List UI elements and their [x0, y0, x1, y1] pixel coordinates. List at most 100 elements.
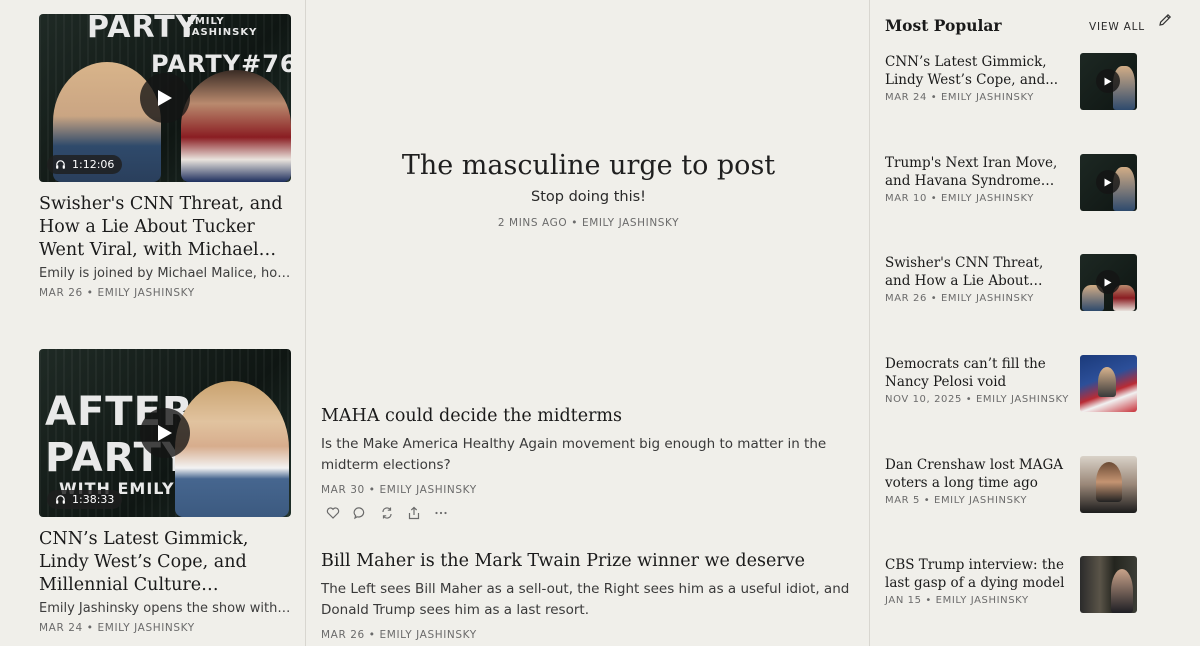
- restack-icon: [382, 507, 392, 519]
- popular-item-thumbnail[interactable]: [1080, 53, 1137, 110]
- popular-item-title[interactable]: CNN’s Latest Gimmick, Lindy West’s Cope,…: [885, 53, 1071, 89]
- popular-item-title[interactable]: Dan Crenshaw lost MAGA voters a long tim…: [885, 456, 1071, 492]
- popular-item-thumbnail[interactable]: [1080, 254, 1137, 311]
- post-title[interactable]: Bill Maher is the Mark Twain Prize winne…: [321, 551, 861, 571]
- play-button[interactable]: [1096, 69, 1120, 93]
- post-date: MAR 24: [885, 92, 927, 103]
- popular-item-title[interactable]: Democrats can’t fill the Nancy Pelosi vo…: [885, 355, 1071, 391]
- post-item[interactable]: MAHA could decide the midterms Is the Ma…: [321, 406, 861, 520]
- popular-item-title[interactable]: Swisher's CNN Threat, and How a Lie Abou…: [885, 254, 1071, 290]
- meta-separator: •: [86, 287, 94, 299]
- post-item[interactable]: Bill Maher is the Mark Twain Prize winne…: [321, 551, 861, 641]
- post-author[interactable]: EMILY JASHINSKY: [941, 92, 1034, 103]
- post-subtitle: The Left sees Bill Maher as a sell-out, …: [321, 581, 850, 618]
- meta-separator: •: [925, 595, 932, 606]
- popular-item-meta: JAN 15 • EMILY JASHINSKY: [885, 595, 1071, 606]
- post-date: MAR 10: [885, 193, 927, 204]
- heart-icon: [326, 507, 340, 519]
- more-button[interactable]: [434, 506, 448, 520]
- post-date: NOV 10, 2025: [885, 394, 962, 405]
- popular-item-meta: MAR 24 • EMILY JASHINSKY: [885, 92, 1071, 103]
- play-icon: [1104, 77, 1112, 85]
- popular-item-meta: MAR 5 • EMILY JASHINSKY: [885, 495, 1071, 506]
- play-button[interactable]: [140, 73, 190, 123]
- post-author[interactable]: EMILY JASHINSKY: [380, 629, 477, 641]
- popular-item-meta: MAR 26 • EMILY JASHINSKY: [885, 293, 1071, 304]
- post-title[interactable]: MAHA could decide the midterms: [321, 406, 861, 426]
- post-author[interactable]: EMILY JASHINSKY: [380, 484, 477, 496]
- play-icon: [1104, 178, 1112, 186]
- post-meta: MAR 26 • EMILY JASHINSKY: [321, 629, 861, 641]
- duration-badge: 1:38:33: [47, 490, 123, 509]
- popular-item[interactable]: Democrats can’t fill the Nancy Pelosi vo…: [885, 355, 1137, 413]
- meta-separator: •: [965, 394, 973, 405]
- featured-post-title[interactable]: The masculine urge to post: [307, 150, 870, 181]
- play-icon: [1104, 278, 1112, 286]
- podcast-card[interactable]: PARTY EMILY JASHINSKY PARTY#76 1:12:06 S…: [39, 14, 291, 299]
- play-icon: [158, 425, 172, 441]
- post-author[interactable]: EMILY JASHINSKY: [934, 495, 1027, 506]
- popular-item[interactable]: Trump's Next Iran Move, and Havana Syndr…: [885, 154, 1137, 212]
- popular-item[interactable]: CNN’s Latest Gimmick, Lindy West’s Cope,…: [885, 53, 1137, 111]
- guest-portrait: [181, 70, 291, 182]
- meta-separator: •: [368, 484, 376, 496]
- center-column: The masculine urge to post Stop doing th…: [307, 0, 870, 646]
- play-button[interactable]: [1096, 170, 1120, 194]
- share-icon: [408, 506, 420, 520]
- sidebar-heading: Most Popular: [885, 16, 1002, 35]
- ellipsis-icon: [435, 511, 447, 515]
- popular-item-title[interactable]: CBS Trump interview: the last gasp of a …: [885, 556, 1071, 592]
- like-button[interactable]: [326, 506, 340, 520]
- share-button[interactable]: [407, 506, 421, 520]
- restack-button[interactable]: [380, 506, 394, 520]
- popular-item-thumbnail[interactable]: [1080, 456, 1137, 513]
- meta-separator: •: [930, 92, 938, 103]
- popular-item-thumbnail[interactable]: [1080, 154, 1137, 211]
- post-subtitle: Is the Make America Healthy Again moveme…: [321, 436, 827, 473]
- podcast-thumbnail[interactable]: AFTER PARTY WITH EMILY 1:38:33: [39, 349, 291, 517]
- card-title[interactable]: CNN’s Latest Gimmick, Lindy West’s Cope,…: [39, 528, 291, 597]
- popular-item-meta: NOV 10, 2025 • EMILY JASHINSKY: [885, 394, 1071, 405]
- card-subtitle: Emily Jashinsky opens the show with a...: [39, 601, 291, 616]
- headphones-icon: [56, 160, 65, 169]
- featured-post-subtitle: Stop doing this!: [531, 189, 646, 205]
- popular-item-meta: MAR 10 • EMILY JASHINSKY: [885, 193, 1071, 204]
- view-all-link[interactable]: VIEW ALL: [1089, 21, 1145, 33]
- comment-button[interactable]: [353, 506, 367, 520]
- post-author[interactable]: EMILY JASHINSKY: [582, 217, 679, 229]
- card-meta: MAR 24 • EMILY JASHINSKY: [39, 622, 291, 634]
- popular-item[interactable]: CBS Trump interview: the last gasp of a …: [885, 556, 1137, 614]
- podcast-card[interactable]: AFTER PARTY WITH EMILY 1:38:33 CNN’s Lat…: [39, 349, 291, 634]
- post-actions: [321, 506, 861, 520]
- post-author[interactable]: EMILY JASHINSKY: [976, 394, 1069, 405]
- play-icon: [158, 90, 172, 106]
- popular-item-thumbnail[interactable]: [1080, 556, 1137, 613]
- post-author[interactable]: EMILY JASHINSKY: [941, 293, 1034, 304]
- post-date: MAR 26: [885, 293, 927, 304]
- popular-item-title[interactable]: Trump's Next Iran Move, and Havana Syndr…: [885, 154, 1071, 190]
- popular-item[interactable]: Swisher's CNN Threat, and How a Lie Abou…: [885, 254, 1137, 312]
- post-author[interactable]: EMILY JASHINSKY: [936, 595, 1029, 606]
- meta-separator: •: [571, 217, 579, 229]
- post-author[interactable]: EMILY JASHINSKY: [941, 193, 1034, 204]
- pencil-icon[interactable]: [1157, 12, 1173, 28]
- popular-item[interactable]: Dan Crenshaw lost MAGA voters a long tim…: [885, 456, 1137, 514]
- featured-post-meta: 2 MINS AGO • EMILY JASHINSKY: [307, 217, 870, 229]
- meta-separator: •: [930, 193, 938, 204]
- meta-separator: •: [930, 293, 938, 304]
- post-author[interactable]: EMILY JASHINSKY: [98, 622, 195, 634]
- play-button[interactable]: [1096, 270, 1120, 294]
- meta-separator: •: [368, 629, 376, 641]
- post-date: MAR 30: [321, 484, 365, 496]
- post-meta: MAR 30 • EMILY JASHINSKY: [321, 484, 861, 496]
- headphones-icon: [56, 495, 65, 504]
- card-subtitle: Emily is joined by Michael Malice, host …: [39, 266, 291, 281]
- podcast-thumbnail[interactable]: PARTY EMILY JASHINSKY PARTY#76 1:12:06: [39, 14, 291, 182]
- duration-badge: 1:12:06: [47, 155, 123, 174]
- post-author[interactable]: EMILY JASHINSKY: [98, 287, 195, 299]
- popular-item-thumbnail[interactable]: [1080, 355, 1137, 412]
- play-button[interactable]: [140, 408, 190, 458]
- featured-post[interactable]: The masculine urge to post Stop doing th…: [307, 150, 870, 229]
- card-title[interactable]: Swisher's CNN Threat, and How a Lie Abou…: [39, 193, 291, 262]
- post-date: MAR 5: [885, 495, 920, 506]
